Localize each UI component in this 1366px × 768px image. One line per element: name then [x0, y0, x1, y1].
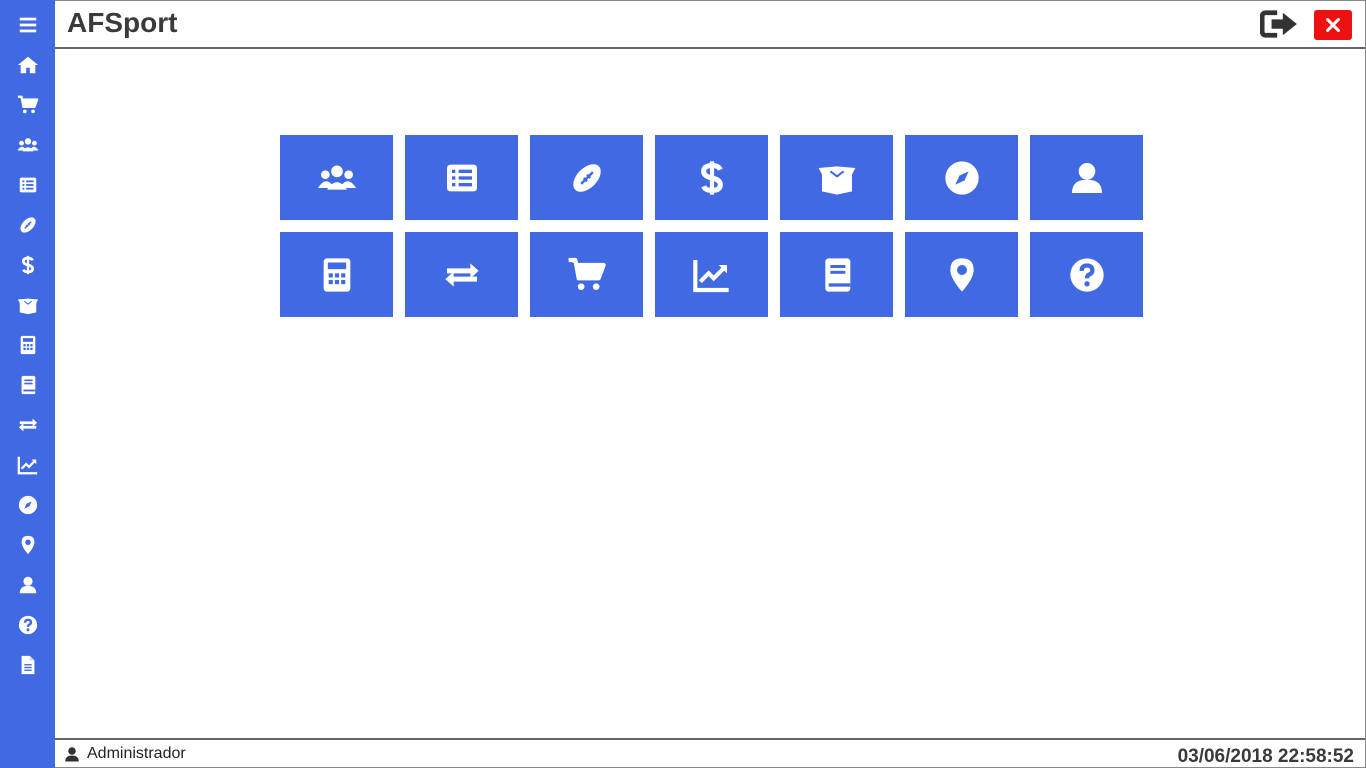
box-icon: [17, 298, 38, 315]
sidebar: [0, 0, 55, 768]
main-frame: AFSport Administrador 03/06/2018 22:58:5…: [55, 0, 1366, 768]
tile-help[interactable]: [1030, 232, 1143, 317]
compass-icon: [944, 160, 979, 195]
sidebar-item-user[interactable]: [0, 565, 55, 605]
tile-user[interactable]: [1030, 135, 1143, 220]
users-icon: [317, 165, 356, 190]
sidebar-item-calculator[interactable]: [0, 325, 55, 365]
calculator-icon: [323, 257, 350, 292]
sidebar-item-document[interactable]: [0, 645, 55, 685]
menu-icon: [19, 17, 36, 33]
user-icon: [65, 747, 79, 762]
sign-out-icon: [1260, 10, 1297, 38]
football-icon: [572, 163, 601, 192]
cart-icon: [568, 257, 606, 290]
tile-chart[interactable]: [655, 232, 768, 317]
tile-list[interactable]: [405, 135, 518, 220]
sidebar-item-users[interactable]: [0, 125, 55, 165]
tile-box[interactable]: [780, 135, 893, 220]
tile-finance[interactable]: [655, 135, 768, 220]
calculator-icon: [20, 335, 35, 355]
list-icon: [446, 164, 477, 191]
home-icon: [17, 56, 38, 74]
tile-book[interactable]: [780, 232, 893, 317]
tile-football[interactable]: [530, 135, 643, 220]
tile-exchange[interactable]: [405, 232, 518, 317]
help-icon: [1069, 257, 1104, 292]
sidebar-item-location[interactable]: [0, 525, 55, 565]
book-icon: [824, 257, 850, 292]
close-button[interactable]: [1314, 10, 1352, 40]
map-marker-icon: [21, 535, 34, 555]
sidebar-item-exchange[interactable]: [0, 405, 55, 445]
exchange-icon: [444, 262, 479, 287]
sidebar-item-cart[interactable]: [0, 85, 55, 125]
logout-button[interactable]: [1259, 7, 1301, 41]
cart-icon: [17, 95, 38, 114]
tile-location[interactable]: [905, 232, 1018, 317]
sidebar-item-football[interactable]: [0, 205, 55, 245]
box-icon: [818, 165, 855, 195]
sidebar-item-home[interactable]: [0, 45, 55, 85]
current-user-label: Administrador: [87, 745, 186, 762]
document-icon: [21, 655, 34, 675]
sidebar-item-help[interactable]: [0, 605, 55, 645]
sidebar-item-compass[interactable]: [0, 485, 55, 525]
sidebar-item-menu[interactable]: [0, 5, 55, 45]
exchange-icon: [18, 418, 37, 432]
dollar-icon: [700, 160, 723, 195]
datetime-label: 03/06/2018 22:58:52: [1177, 746, 1354, 767]
tile-cart[interactable]: [530, 232, 643, 317]
list-icon: [19, 177, 36, 193]
compass-icon: [18, 495, 37, 515]
sidebar-item-chart[interactable]: [0, 445, 55, 485]
users-icon: [16, 138, 39, 152]
chart-icon: [692, 259, 729, 292]
user-icon: [1071, 162, 1102, 193]
map-marker-icon: [949, 257, 974, 292]
tile-users[interactable]: [280, 135, 393, 220]
close-icon: [1326, 18, 1340, 32]
app-title: AFSport: [67, 7, 178, 38]
status-bar: Administrador 03/06/2018 22:58:52: [55, 738, 1365, 768]
tile-calculator[interactable]: [280, 232, 393, 317]
sidebar-item-box[interactable]: [0, 285, 55, 325]
book-icon: [21, 375, 35, 395]
sidebar-item-list[interactable]: [0, 165, 55, 205]
help-icon: [18, 615, 37, 635]
chart-icon: [17, 456, 37, 475]
dollar-icon: [21, 255, 34, 275]
tile-compass[interactable]: [905, 135, 1018, 220]
sidebar-item-book[interactable]: [0, 365, 55, 405]
header: AFSport: [55, 1, 1365, 49]
football-icon: [19, 217, 36, 233]
user-icon: [19, 576, 36, 594]
sidebar-item-finance[interactable]: [0, 245, 55, 285]
